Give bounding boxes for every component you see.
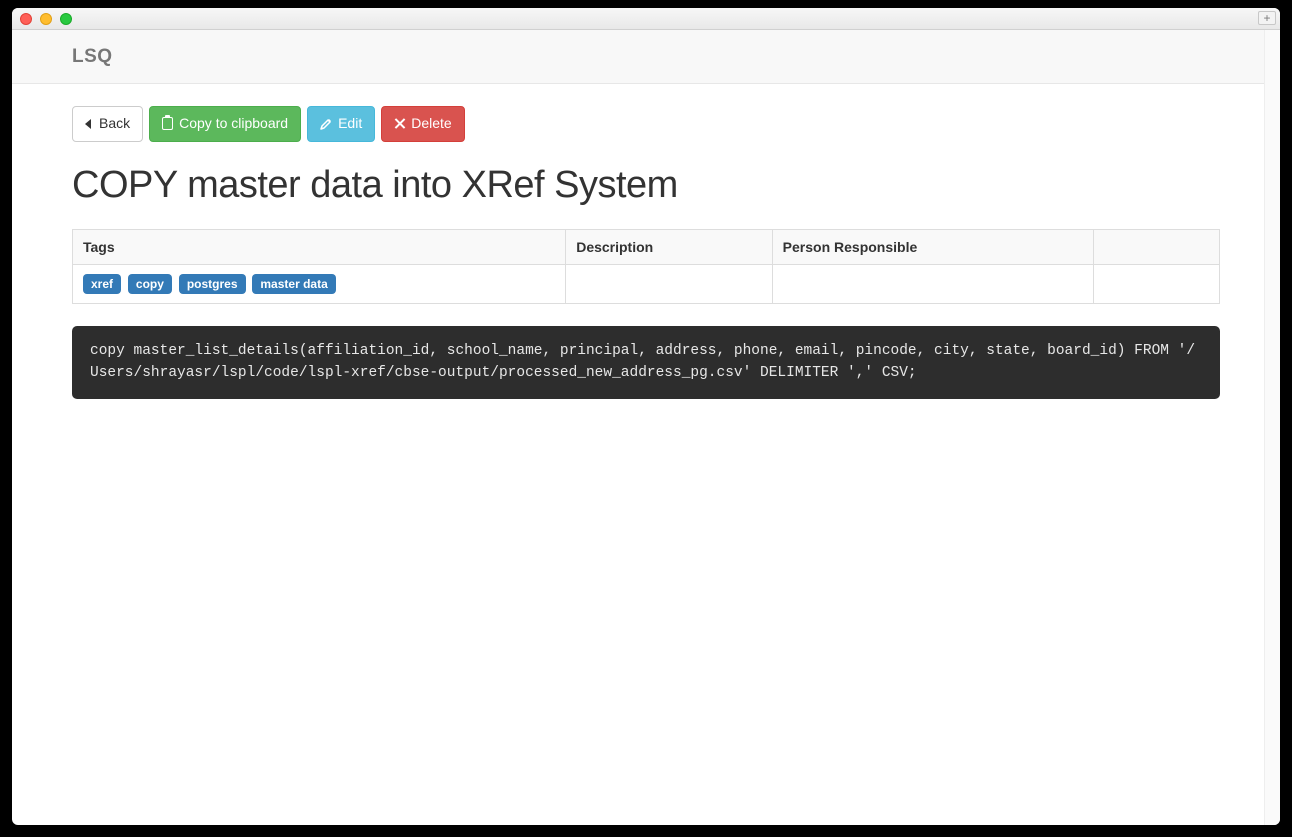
clipboard-icon bbox=[162, 117, 173, 130]
new-tab-button[interactable]: + bbox=[1258, 11, 1276, 25]
edit-button-label: Edit bbox=[338, 114, 362, 134]
header-tags: Tags bbox=[73, 229, 566, 264]
traffic-lights bbox=[20, 13, 72, 25]
minimize-window-button[interactable] bbox=[40, 13, 52, 25]
titlebar: + bbox=[12, 8, 1280, 30]
x-icon bbox=[394, 118, 405, 129]
back-button-label: Back bbox=[99, 114, 130, 134]
tag[interactable]: copy bbox=[128, 274, 172, 294]
cell-person bbox=[772, 264, 1093, 303]
chevron-left-icon bbox=[85, 119, 91, 129]
tag[interactable]: xref bbox=[83, 274, 121, 294]
header-description: Description bbox=[566, 229, 772, 264]
cell-description bbox=[566, 264, 772, 303]
table-header-row: Tags Description Person Responsible bbox=[73, 229, 1220, 264]
back-button[interactable]: Back bbox=[72, 106, 143, 142]
cell-empty bbox=[1093, 264, 1219, 303]
app-window: + LSQ Back Copy to clipboard Edit Delete bbox=[12, 8, 1280, 825]
code-block[interactable]: copy master_list_details(affiliation_id,… bbox=[72, 326, 1220, 399]
action-buttons: Back Copy to clipboard Edit Delete bbox=[72, 106, 1220, 142]
close-window-button[interactable] bbox=[20, 13, 32, 25]
header-person: Person Responsible bbox=[772, 229, 1093, 264]
table-row: xref copy postgres master data bbox=[73, 264, 1220, 303]
tag[interactable]: master data bbox=[252, 274, 335, 294]
navbar: LSQ bbox=[12, 30, 1280, 84]
scrollbar[interactable] bbox=[1264, 30, 1280, 825]
page-title: COPY master data into XRef System bbox=[72, 164, 1220, 207]
metadata-table: Tags Description Person Responsible xref… bbox=[72, 229, 1220, 304]
copy-button-label: Copy to clipboard bbox=[179, 114, 288, 134]
zoom-window-button[interactable] bbox=[60, 13, 72, 25]
cell-tags: xref copy postgres master data bbox=[73, 264, 566, 303]
copy-to-clipboard-button[interactable]: Copy to clipboard bbox=[149, 106, 301, 142]
delete-button[interactable]: Delete bbox=[381, 106, 464, 142]
pencil-icon bbox=[320, 118, 332, 130]
tag[interactable]: postgres bbox=[179, 274, 246, 294]
delete-button-label: Delete bbox=[411, 114, 451, 134]
header-empty bbox=[1093, 229, 1219, 264]
edit-button[interactable]: Edit bbox=[307, 106, 375, 142]
brand-text: LSQ bbox=[72, 46, 113, 68]
main-content: Back Copy to clipboard Edit Delete COPY … bbox=[12, 84, 1280, 421]
